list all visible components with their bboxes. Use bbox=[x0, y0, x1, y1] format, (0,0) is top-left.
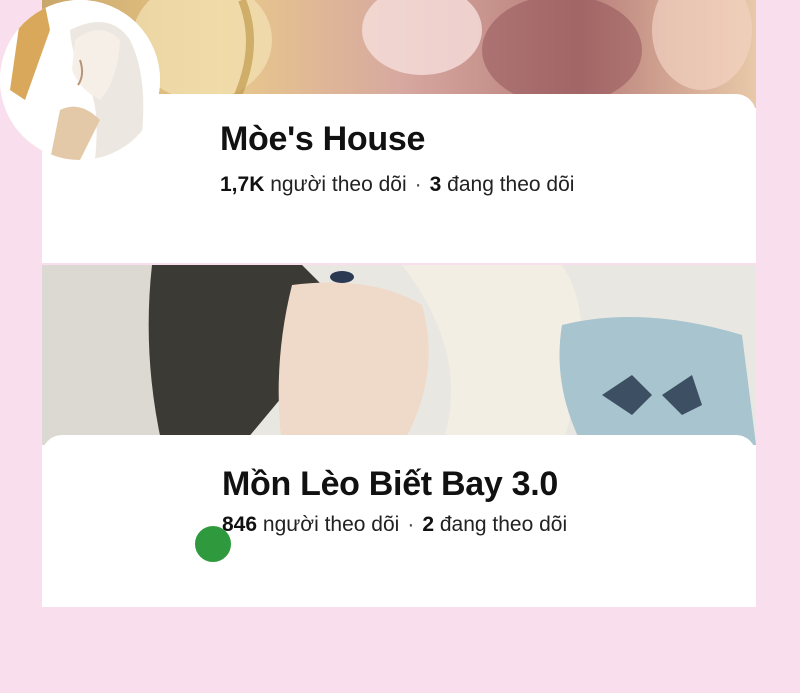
following-count: 3 bbox=[429, 173, 442, 196]
followers-count: 846 bbox=[222, 513, 258, 536]
followers-count: 1,7K bbox=[220, 173, 265, 196]
following-label: đang theo dõi bbox=[439, 513, 568, 536]
page-name[interactable]: Mòe's House bbox=[220, 120, 425, 159]
following-count: 2 bbox=[422, 513, 434, 536]
profile-card-mon-leo[interactable] bbox=[42, 265, 756, 607]
followers-label: người theo dõi bbox=[262, 513, 400, 536]
followers-label: người theo dõi bbox=[270, 173, 407, 196]
page-name[interactable]: Mồn Lèo Biết Bay 3.0 bbox=[222, 465, 558, 504]
follow-stats: 846 người theo dõi · 2 đang theo dõi bbox=[222, 513, 567, 537]
cover-photo[interactable] bbox=[42, 265, 756, 445]
follow-stats: 1,7K người theo dõi · 3 đang theo dõi bbox=[220, 173, 574, 197]
separator: · bbox=[407, 513, 415, 536]
profile-avatar[interactable] bbox=[0, 0, 160, 160]
following-label: đang theo dõi bbox=[447, 173, 575, 196]
separator: · bbox=[414, 173, 422, 196]
